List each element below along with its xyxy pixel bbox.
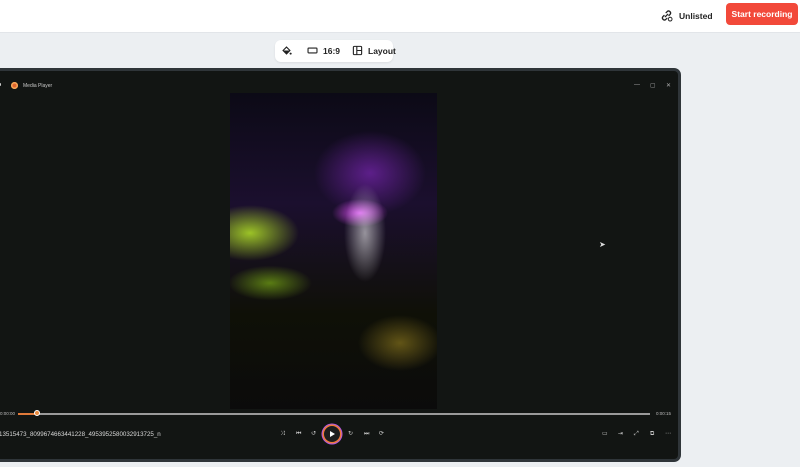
window-title: Media Player — [23, 83, 53, 89]
layout-label: Layout — [368, 46, 396, 56]
back-icon[interactable]: ◂ — [0, 81, 1, 89]
video-frame[interactable] — [230, 93, 437, 409]
cast-icon[interactable]: ⇥ — [618, 430, 623, 438]
file-name: 13515473_8099674663441228_49539525800329… — [0, 431, 161, 438]
previous-icon[interactable]: ⏮ — [296, 430, 301, 438]
fill-button[interactable] — [281, 45, 292, 58]
start-recording-button[interactable]: Start recording — [726, 3, 798, 25]
link-icon — [660, 9, 673, 24]
miniplayer-icon[interactable]: ⧉ — [650, 430, 654, 438]
media-player-window: ◂ Media Player — ▢ ✕ 0:00:00 0:00:15 135… — [0, 71, 678, 459]
canvas-toolbar: 16:9 Layout — [275, 40, 396, 62]
aspect-ratio-label: 16:9 — [323, 46, 341, 56]
rewind-10-icon[interactable]: ↺ — [311, 430, 316, 438]
more-icon[interactable]: ⋯ — [665, 430, 671, 438]
layout-icon — [352, 45, 363, 58]
play-button[interactable] — [324, 426, 340, 442]
maximize-icon[interactable]: ▢ — [650, 82, 656, 89]
visibility-toggle[interactable]: Unlisted — [660, 7, 713, 25]
seek-thumb[interactable] — [33, 410, 40, 416]
media-player-app-icon — [11, 82, 18, 89]
repeat-icon[interactable]: ⟳ — [379, 430, 384, 438]
layout-button[interactable]: Layout — [352, 45, 396, 58]
top-bar: Unlisted Start recording — [0, 0, 800, 33]
total-time: 0:00:15 — [656, 411, 672, 416]
seek-bar[interactable] — [18, 410, 650, 416]
forward-30-icon[interactable]: ↻ — [348, 430, 353, 438]
subtitles-icon[interactable]: ▭ — [602, 430, 608, 438]
visibility-label: Unlisted — [679, 11, 713, 21]
fullscreen-icon[interactable]: ⤢ — [634, 430, 639, 438]
paint-bucket-icon — [281, 45, 292, 58]
play-icon — [328, 425, 336, 443]
mouse-cursor: ➤ — [599, 240, 606, 249]
minimize-icon[interactable]: — — [634, 82, 640, 88]
close-icon[interactable]: ✕ — [666, 82, 671, 89]
aspect-ratio-button[interactable]: 16:9 — [307, 45, 340, 58]
next-icon[interactable]: ⏭ — [364, 430, 369, 438]
shuffle-icon[interactable]: ⤨ — [280, 430, 285, 438]
aspect-ratio-icon — [307, 45, 318, 58]
current-time: 0:00:00 — [0, 411, 16, 416]
